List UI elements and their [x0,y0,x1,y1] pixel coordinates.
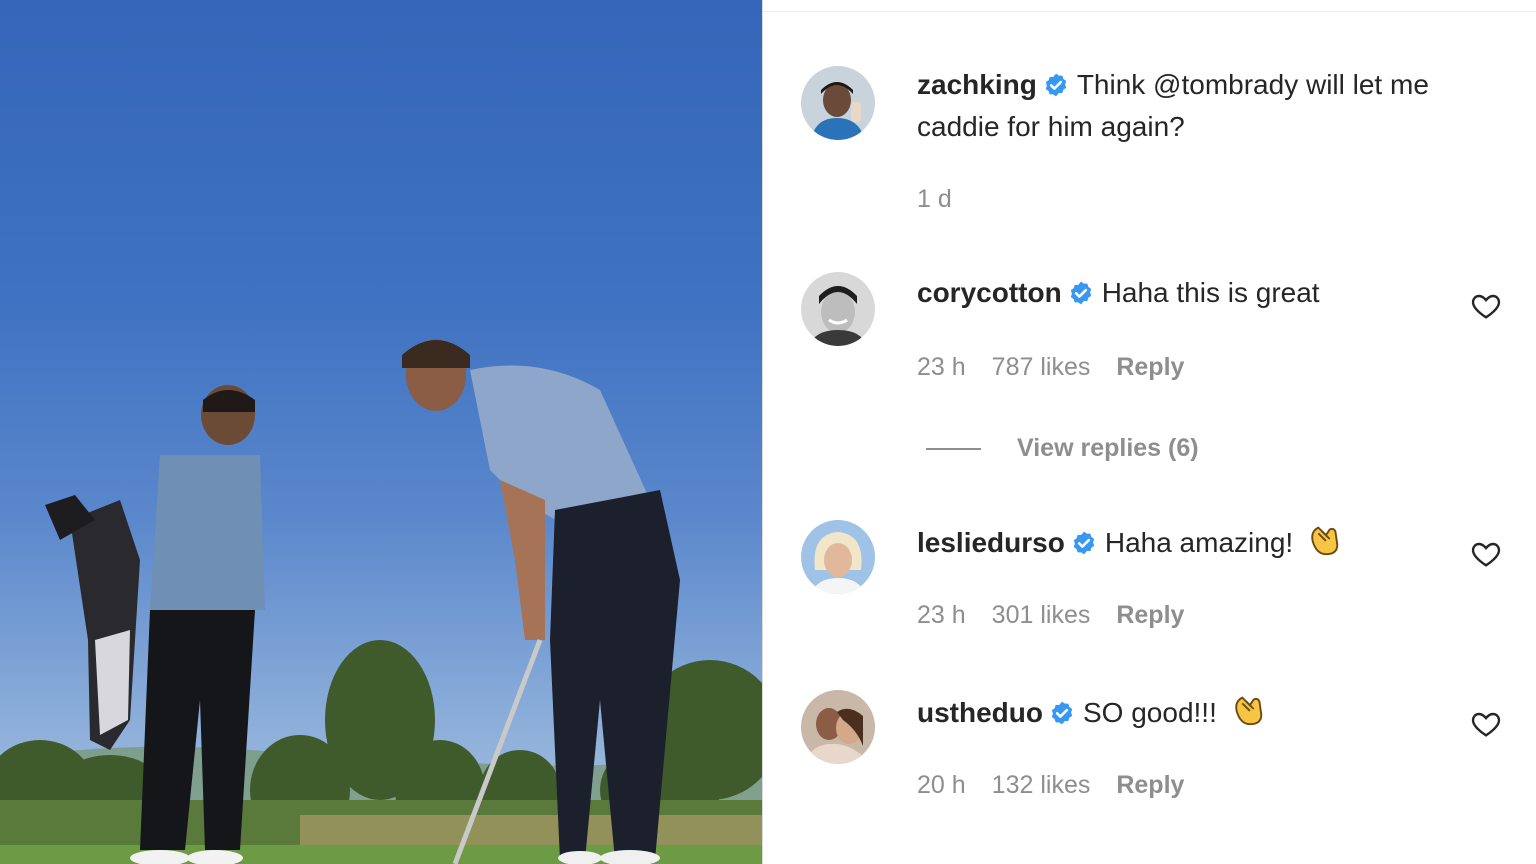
heart-icon[interactable] [1470,538,1502,570]
heart-icon[interactable] [1470,290,1502,322]
verified-badge-icon [1068,280,1094,306]
comment-1-reply-button[interactable]: Reply [1116,353,1184,381]
avatar-lesliedurso[interactable] [801,520,875,594]
comment-2-age: 23 h [917,601,966,629]
zachking-avatar-image [801,66,875,140]
comment-1-text: Haha this is great [1101,277,1320,308]
golf-scene-image [0,339,762,864]
post-meta: 1 d [917,182,978,216]
post-author-username[interactable]: zachking [917,69,1037,100]
comment-3-text: SO good!!! [1083,697,1217,728]
post-age: 1 d [917,185,952,213]
comment-2-text: Haha amazing! [1104,527,1294,558]
view-replies-label: View replies (6) [1017,434,1199,462]
comment-1-age: 23 h [917,353,966,381]
comments-panel: zachking Think @tombrady will let me cad… [763,0,1536,864]
clapping-hands-icon [1305,520,1343,558]
post-photo [0,0,762,864]
avatar-corycotton[interactable] [801,272,875,346]
avatar-ustheduo[interactable] [801,690,875,764]
comment-2-meta: 23 h 301 likes Reply [917,598,1210,632]
comment-1-line: corycotton Haha this is great [917,272,1320,314]
comment-1-username[interactable]: corycotton [917,277,1062,308]
caption-line-2: caddie for him again? [917,111,1185,142]
verified-badge-icon [1043,72,1069,98]
clapping-hands-icon [1229,690,1267,728]
comment-3-meta: 20 h 132 likes Reply [917,768,1210,802]
comment-3-likes[interactable]: 132 likes [992,771,1091,799]
caption-line-1: zachking Think @tombrady will let me [917,64,1429,106]
corycotton-avatar-image [801,272,875,346]
comment-2-username[interactable]: lesliedurso [917,527,1065,558]
comment-3-reply-button[interactable]: Reply [1116,771,1184,799]
verified-badge-icon [1049,700,1075,726]
comment-2-likes[interactable]: 301 likes [992,601,1091,629]
comment-3-age: 20 h [917,771,966,799]
comment-2-reply-button[interactable]: Reply [1116,601,1184,629]
comment-3-username[interactable]: ustheduo [917,697,1043,728]
ustheduo-avatar-image [801,690,875,764]
comment-1-likes[interactable]: 787 likes [992,353,1091,381]
comment-1-meta: 23 h 787 likes Reply [917,350,1210,384]
heart-icon[interactable] [1470,708,1502,740]
avatar-zachking[interactable] [801,66,875,140]
comment-3-line: ustheduo SO good!!! [917,690,1267,734]
view-replies-button[interactable]: View replies (6) [926,430,1199,466]
caption-text-1: Think @tombrady will let me [1076,69,1429,100]
comment-2-line: lesliedurso Haha amazing! [917,520,1343,564]
verified-badge-icon [1071,530,1097,556]
view-replies-dash [926,448,981,451]
lesliedurso-avatar-image [801,520,875,594]
